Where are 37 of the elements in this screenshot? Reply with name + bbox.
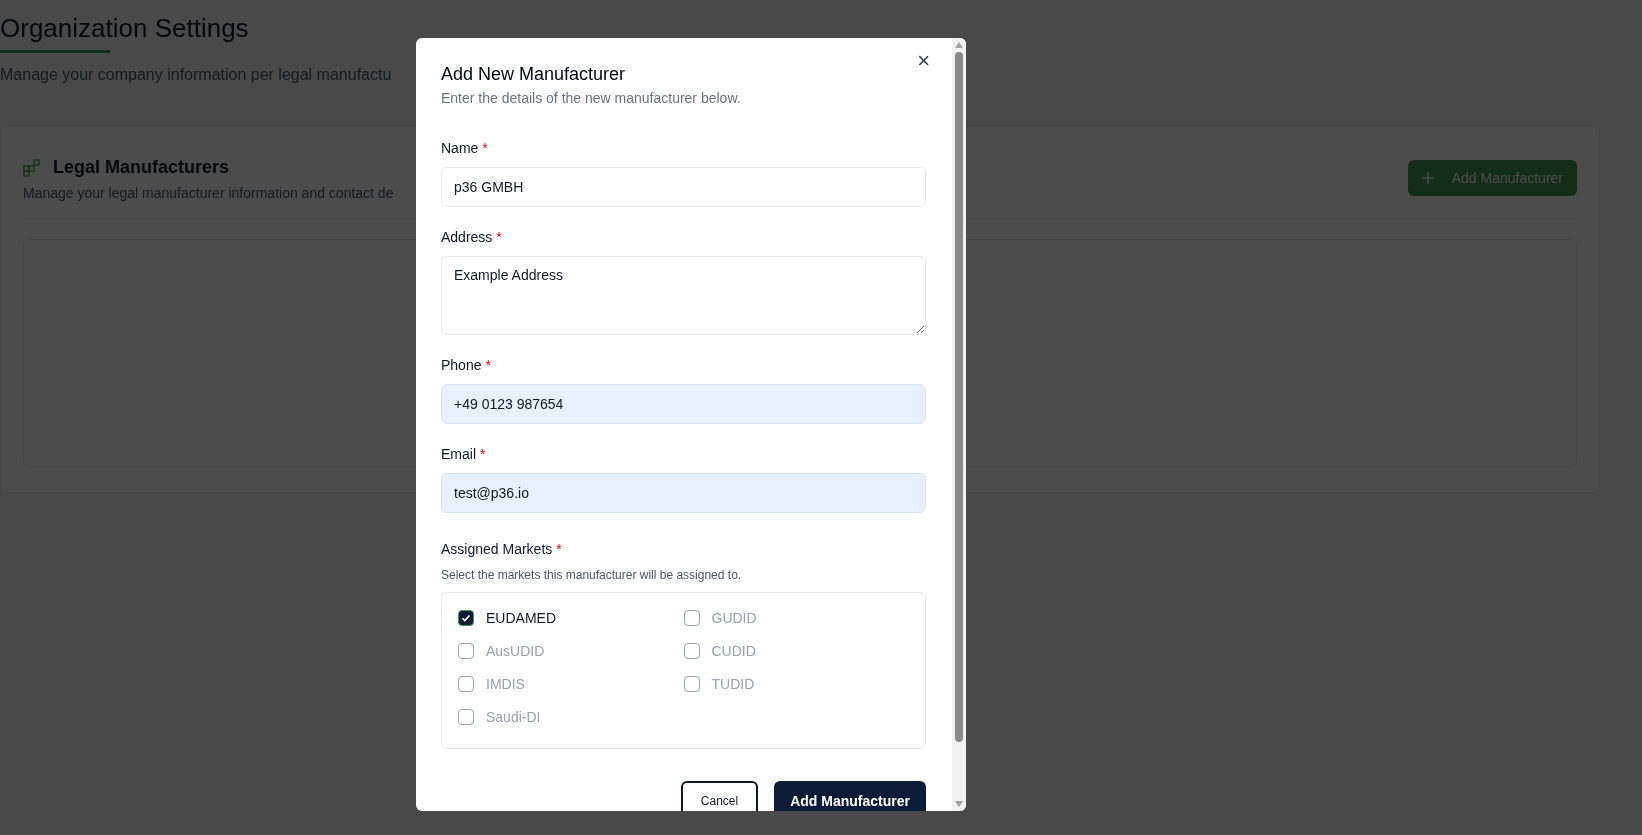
checkbox[interactable]: [458, 643, 474, 659]
input-field[interactable]: +49 0123 987654: [441, 384, 926, 424]
required-mark: *: [482, 139, 488, 158]
checkbox[interactable]: [683, 643, 700, 659]
help-text: Select the markets this manufacturer will be assigned to.: [441, 567, 743, 584]
required-mark: *: [496, 228, 502, 247]
dialog-title: Add New Manufacturer: [441, 63, 627, 86]
required-mark: *: [485, 356, 491, 375]
add-manufacturer-button[interactable]: Add Manufacturer: [774, 781, 926, 811]
card-title: Legal Manufacturers: [53, 156, 230, 179]
required-mark: *: [480, 445, 486, 464]
checkbox-label: TUDID: [711, 674, 755, 694]
checkbox[interactable]: [458, 676, 474, 692]
checkbox-label: EUDAMED: [486, 608, 556, 628]
checkbox[interactable]: [458, 709, 474, 725]
checkbox-label: GUDID: [711, 608, 757, 628]
checkbox[interactable]: [683, 610, 700, 626]
input-field[interactable]: test@p36.io: [441, 473, 926, 513]
checkbox-label: CUDID: [711, 641, 756, 661]
field-label: Email: [441, 445, 476, 464]
checkbox-label: IMDIS: [486, 674, 525, 694]
checkbox[interactable]: [683, 676, 700, 692]
dialog-subtitle: Enter the details of the new manufacturer below.: [441, 89, 742, 108]
field-label: Assigned Markets: [441, 540, 553, 559]
field-label: Address: [441, 228, 493, 247]
field-label: Name: [441, 139, 479, 158]
input-field[interactable]: Example Address: [441, 256, 926, 335]
required-mark: *: [556, 540, 562, 559]
check-icon: [461, 613, 471, 623]
checkbox-label: AusUDID: [486, 641, 545, 661]
checkbox[interactable]: [458, 610, 474, 626]
cancel-button[interactable]: Cancel: [680, 781, 759, 811]
input-field[interactable]: p36 GMBH: [441, 167, 926, 207]
page-title: Organization Settings: [0, 12, 249, 45]
close-button[interactable]: ×: [917, 50, 930, 72]
field-label: Phone: [441, 356, 482, 375]
checkbox-label: Saudi-DI: [486, 707, 541, 727]
